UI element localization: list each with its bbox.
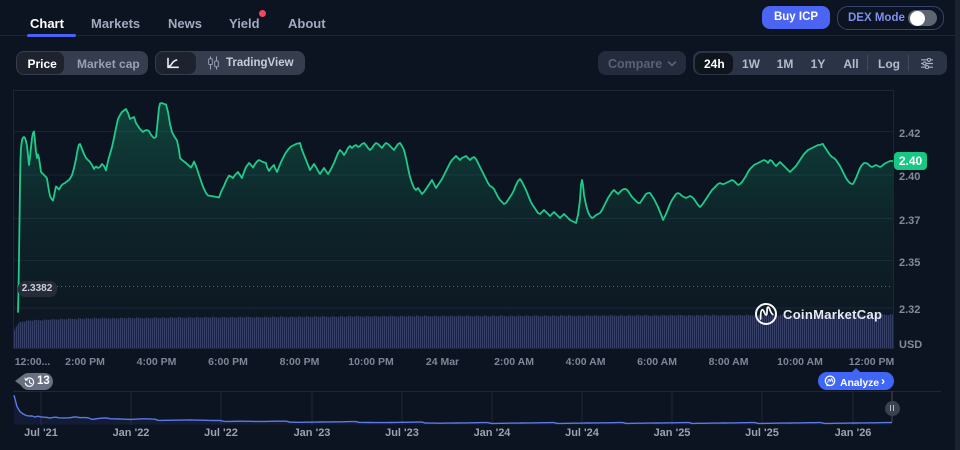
svg-text:CoinMarketCap: CoinMarketCap — [783, 307, 882, 322]
